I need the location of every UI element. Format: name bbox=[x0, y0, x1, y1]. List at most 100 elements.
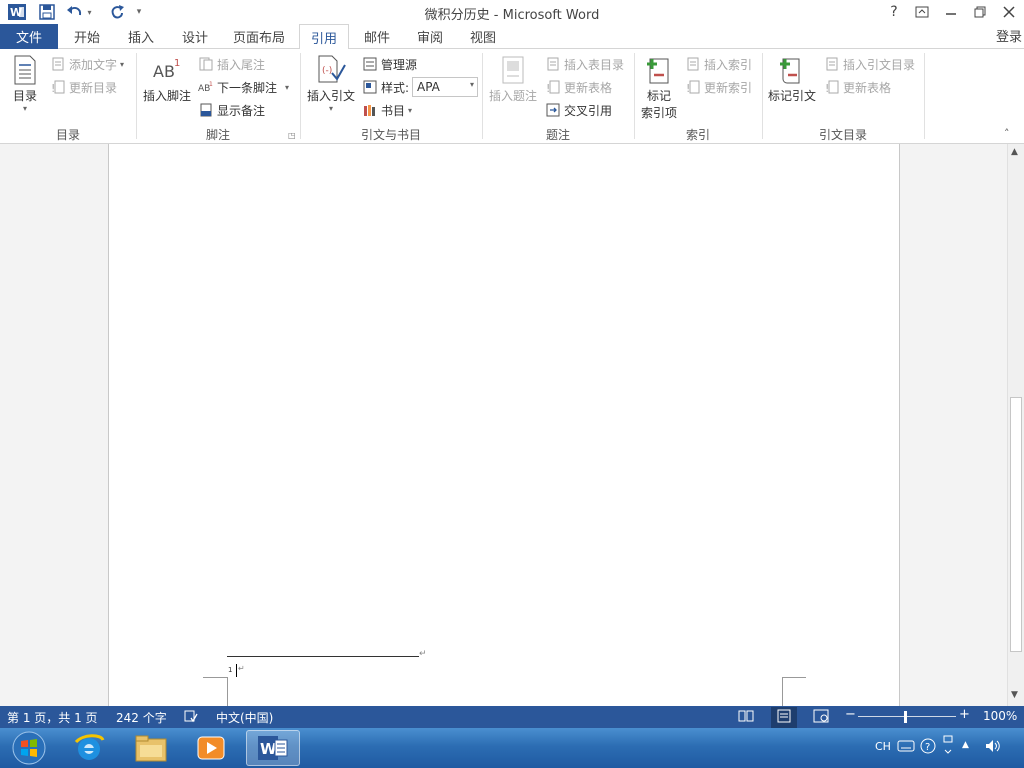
cross-reference-button[interactable]: 交叉引用 bbox=[545, 100, 612, 120]
collapse-ribbon-icon[interactable]: ˄ bbox=[1004, 127, 1010, 140]
tab-insert[interactable]: 插入 bbox=[118, 24, 164, 49]
document-page[interactable]: ↵ 1 ↵ bbox=[108, 144, 900, 706]
insert-citation-icon: (-) bbox=[315, 53, 347, 87]
group-separator bbox=[924, 53, 925, 139]
update-index-button[interactable]: ! 更新索引 bbox=[685, 77, 752, 97]
ribbon-tabs: 文件 开始 插入 设计 页面布局 引用 邮件 审阅 视图 登录 bbox=[0, 24, 1024, 50]
tab-design[interactable]: 设计 bbox=[172, 24, 218, 49]
scrollbar-thumb[interactable] bbox=[1010, 397, 1022, 652]
update-icon: ! bbox=[685, 79, 701, 95]
chevron-down-icon[interactable]: ▾ bbox=[470, 80, 474, 89]
svg-text:!: ! bbox=[546, 82, 550, 94]
ribbon: 目录 ▾ 添加文字 ▾ ! 更新目录 目录 AB 1 插入脚注 插入尾注 AB 1 下… bbox=[0, 49, 1024, 144]
taskbar-word-app[interactable]: W bbox=[246, 730, 300, 766]
print-layout-icon[interactable] bbox=[771, 707, 797, 728]
word-count[interactable]: 242 个字 bbox=[116, 709, 167, 726]
insert-footnote-button[interactable]: AB 1 插入脚注 bbox=[142, 53, 192, 104]
update-table-button[interactable]: ! 更新表格 bbox=[545, 77, 612, 97]
ime-indicator[interactable]: CH bbox=[875, 740, 891, 753]
file-explorer-icon[interactable] bbox=[124, 730, 178, 766]
window-title: 微积分历史 - Microsoft Word bbox=[424, 8, 600, 23]
ribbon-display-icon[interactable] bbox=[908, 1, 936, 23]
web-layout-icon[interactable] bbox=[813, 709, 829, 726]
chevron-down-icon: ▾ bbox=[22, 104, 27, 113]
tab-references[interactable]: 引用 bbox=[299, 24, 349, 50]
manage-sources-icon bbox=[362, 56, 378, 72]
login-link[interactable]: 登录 bbox=[996, 26, 1022, 45]
svg-text:1: 1 bbox=[174, 58, 180, 69]
keyboard-icon[interactable] bbox=[897, 739, 915, 756]
svg-text:(-): (-) bbox=[322, 66, 332, 76]
tab-layout[interactable]: 页面布局 bbox=[226, 24, 292, 49]
update-table-authorities-button[interactable]: ! 更新表格 bbox=[824, 77, 891, 97]
zoom-slider-thumb[interactable] bbox=[904, 711, 907, 723]
mark-citation-icon bbox=[776, 53, 808, 87]
status-bar: 第 1 页，共 1 页 242 个字 中文(中国) − + 100% bbox=[0, 706, 1024, 728]
scroll-down-icon[interactable]: ▼ bbox=[1011, 690, 1018, 700]
insert-citation-button[interactable]: (-) 插入引文 ▾ bbox=[305, 53, 357, 113]
add-text-button[interactable]: 添加文字 ▾ bbox=[50, 54, 124, 74]
update-toc-button[interactable]: ! 更新目录 bbox=[50, 77, 117, 97]
group-label-toc: 目录 bbox=[55, 128, 80, 142]
restore-icon[interactable] bbox=[966, 1, 994, 23]
toc-button[interactable]: 目录 ▾ bbox=[8, 53, 42, 113]
insert-index-button[interactable]: 插入索引 bbox=[685, 54, 752, 74]
tab-view[interactable]: 视图 bbox=[460, 24, 506, 49]
insert-caption-button[interactable]: 插入题注 bbox=[487, 53, 539, 104]
insert-table-of-authorities-button[interactable]: 插入引文目录 bbox=[824, 54, 915, 74]
next-footnote-button[interactable]: AB 1 下一条脚注 ▾ bbox=[198, 77, 289, 97]
proofing-icon[interactable] bbox=[184, 709, 198, 726]
group-label-toa: 引文目录 bbox=[818, 128, 867, 142]
document-area: ↵ 1 ↵ bbox=[0, 144, 1007, 706]
zoom-slider[interactable] bbox=[858, 716, 956, 717]
zoom-in-button[interactable]: + bbox=[959, 707, 970, 722]
insert-table-of-figures-button[interactable]: 插入表目录 bbox=[545, 54, 624, 74]
chevron-down-icon[interactable]: ▾ bbox=[285, 83, 289, 92]
title-bar: W ▾ ▾ 微积分历史 - Microsoft Word ? bbox=[0, 0, 1024, 24]
tab-home[interactable]: 开始 bbox=[64, 24, 110, 49]
tab-review[interactable]: 审阅 bbox=[407, 24, 453, 49]
help-circle-icon[interactable]: ? bbox=[920, 738, 936, 757]
volume-icon[interactable] bbox=[984, 738, 1002, 757]
add-text-icon bbox=[50, 56, 66, 72]
internet-explorer-icon[interactable] bbox=[62, 730, 116, 766]
chevron-down-icon: ▾ bbox=[328, 104, 333, 113]
style-icon bbox=[362, 79, 378, 95]
svg-text:!: ! bbox=[686, 82, 690, 94]
show-hidden-icons[interactable]: ▲ bbox=[962, 740, 969, 750]
windows-taskbar: W CH ? ▲ bbox=[0, 728, 1024, 768]
start-button[interactable] bbox=[2, 730, 56, 766]
vertical-scrollbar[interactable]: ▲ ▼ bbox=[1007, 144, 1024, 706]
zoom-level[interactable]: 100% bbox=[983, 709, 1017, 723]
mark-entry-button[interactable]: 标记 索引项 bbox=[638, 53, 680, 121]
read-mode-icon[interactable] bbox=[738, 709, 754, 726]
dialog-launcher-icon[interactable]: ◳ bbox=[288, 131, 296, 140]
zoom-out-button[interactable]: − bbox=[845, 707, 856, 722]
tab-mailings[interactable]: 邮件 bbox=[354, 24, 400, 49]
footnote-number: 1 bbox=[228, 666, 233, 674]
close-icon[interactable] bbox=[995, 1, 1023, 23]
ime-settings-icon[interactable] bbox=[942, 734, 954, 759]
paragraph-mark-icon: ↵ bbox=[238, 664, 245, 673]
media-player-icon[interactable] bbox=[184, 730, 238, 766]
group-label-index: 索引 bbox=[685, 128, 710, 142]
show-notes-button[interactable]: 显示备注 bbox=[198, 100, 265, 120]
style-select[interactable]: APA ▾ bbox=[412, 77, 478, 97]
tab-file[interactable]: 文件 bbox=[0, 24, 58, 49]
endnote-icon bbox=[198, 56, 214, 72]
svg-text:AB: AB bbox=[153, 62, 175, 81]
group-label-footnotes: 脚注 bbox=[205, 128, 230, 142]
next-footnote-icon: AB 1 bbox=[198, 79, 214, 95]
scroll-up-icon[interactable]: ▲ bbox=[1011, 147, 1018, 157]
svg-text:W: W bbox=[260, 740, 277, 758]
svg-text:!: ! bbox=[51, 82, 55, 94]
insert-endnote-button[interactable]: 插入尾注 bbox=[198, 54, 265, 74]
page-count[interactable]: 第 1 页，共 1 页 bbox=[7, 709, 98, 726]
manage-sources-button[interactable]: 管理源 bbox=[362, 54, 417, 74]
help-button[interactable]: ? bbox=[880, 1, 908, 23]
minimize-icon[interactable] bbox=[937, 1, 965, 23]
bibliography-button[interactable]: 书目 ▾ bbox=[362, 100, 412, 120]
chevron-down-icon: ▾ bbox=[120, 59, 125, 69]
language-indicator[interactable]: 中文(中国) bbox=[216, 709, 273, 726]
mark-citation-button[interactable]: 标记引文 bbox=[766, 53, 818, 104]
